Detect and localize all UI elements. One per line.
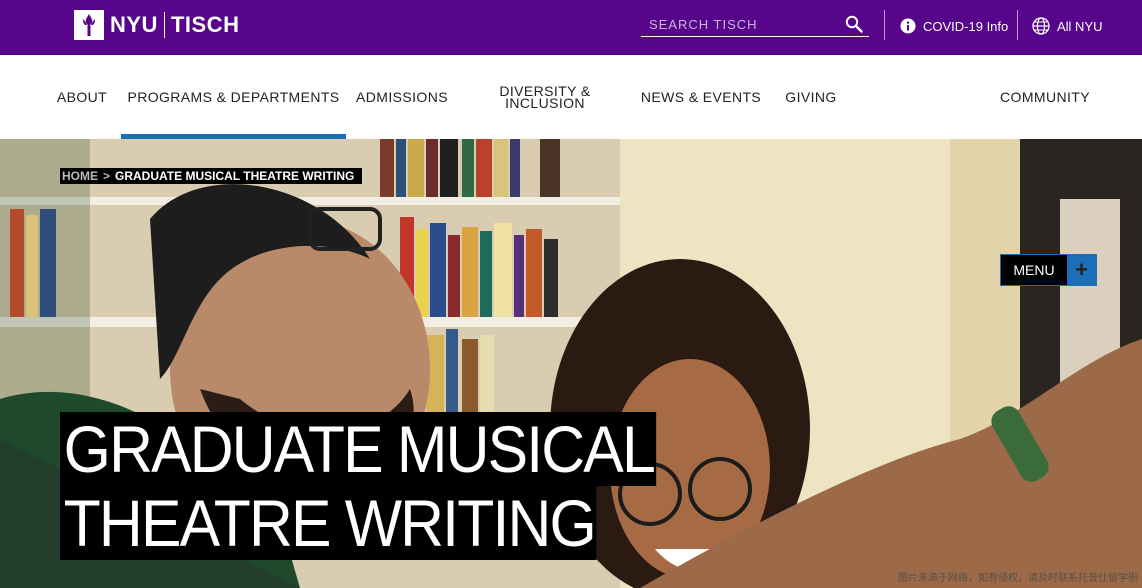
nav-item-label: NEWS & EVENTS	[640, 89, 762, 105]
search-icon[interactable]	[845, 15, 865, 35]
page-title: GRADUATE MUSICAL THEATRE WRITING	[60, 412, 708, 560]
breadcrumb: HOME > GRADUATE MUSICAL THEATRE WRITING	[60, 168, 363, 184]
nav-item-label-line2: INCLUSION	[505, 95, 585, 111]
nav-item-about[interactable]: ABOUT	[50, 55, 114, 139]
nav-item-label: ADMISSIONS	[356, 89, 448, 105]
page-title-line-2: THEATRE WRITING	[60, 486, 597, 560]
nyu-torch-icon	[74, 10, 104, 40]
nav-item-label: PROGRAMS & DEPARTMENTS	[127, 89, 340, 105]
nav-item-community[interactable]: COMMUNITY	[992, 55, 1098, 139]
plus-icon: +	[1067, 255, 1096, 285]
info-icon	[900, 18, 916, 34]
breadcrumb-current: GRADUATE MUSICAL THEATRE WRITING	[115, 169, 355, 183]
nav-item-diversity[interactable]: DIVERSITY & INCLUSION	[490, 55, 600, 139]
covid-info-label: COVID-19 Info	[923, 18, 1009, 34]
breadcrumb-separator: >	[103, 169, 111, 183]
logo-nyu-text: NYU	[110, 12, 158, 37]
header-divider	[884, 10, 885, 40]
search-input[interactable]	[649, 14, 839, 34]
search-box	[641, 12, 869, 37]
logo-tisch-text: TISCH	[170, 12, 240, 37]
nav-item-admissions[interactable]: ADMISSIONS	[352, 55, 452, 139]
main-nav: ABOUT PROGRAMS & DEPARTMENTS ADMISSIONS …	[0, 55, 1142, 139]
nav-item-giving[interactable]: GIVING	[780, 55, 842, 139]
top-bar: NYU TISCH COVID-19 Info All NYU	[0, 0, 1142, 55]
nav-item-label: ABOUT	[56, 89, 108, 105]
nav-item-label: COMMUNITY	[1000, 89, 1090, 105]
page-title-line-1: GRADUATE MUSICAL	[60, 412, 656, 486]
globe-icon	[1032, 17, 1050, 35]
all-nyu-label: All NYU	[1057, 18, 1103, 34]
nav-item-news-events[interactable]: NEWS & EVENTS	[636, 55, 766, 139]
nyu-tisch-logo[interactable]: NYU TISCH	[74, 10, 239, 40]
nav-item-programs[interactable]: PROGRAMS & DEPARTMENTS	[121, 55, 346, 139]
all-nyu-link[interactable]: All NYU	[1032, 16, 1103, 36]
section-menu-button[interactable]: MENU +	[1000, 254, 1097, 286]
breadcrumb-home-link[interactable]: HOME	[62, 169, 98, 183]
covid-info-link[interactable]: COVID-19 Info	[900, 16, 1008, 36]
hero-banner: HOME > GRADUATE MUSICAL THEATRE WRITING …	[0, 139, 1142, 588]
nav-item-label: GIVING	[785, 89, 837, 105]
header-divider	[1017, 10, 1018, 40]
image-watermark: 图片来源于网络，如有侵权，请及时联系托普仕留学删	[898, 573, 1138, 584]
menu-label: MENU	[1001, 255, 1067, 285]
logo-divider	[163, 12, 165, 38]
